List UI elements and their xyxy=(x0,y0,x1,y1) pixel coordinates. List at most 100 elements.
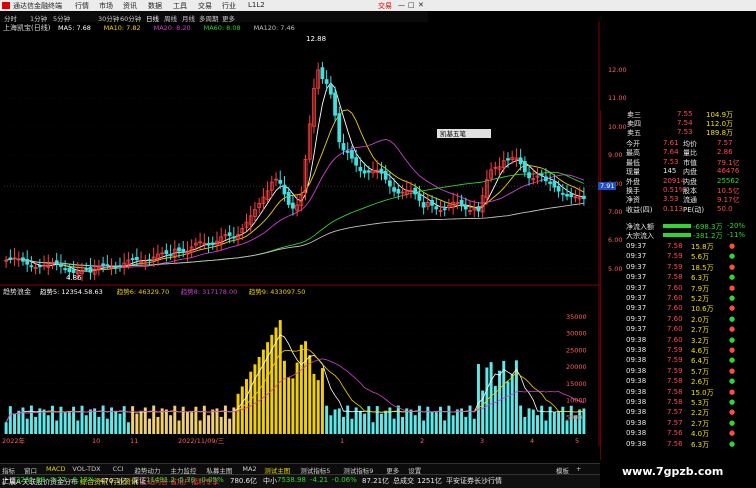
volume-bar xyxy=(4,422,8,434)
candle-body xyxy=(25,259,30,265)
volume-bar xyxy=(443,420,447,434)
candle-body xyxy=(560,192,565,195)
ma-legend-2: MA20: 8.20 xyxy=(154,24,191,32)
trade-button[interactable]: 交易 xyxy=(378,1,392,11)
candle-body xyxy=(582,195,586,199)
indicator-tab[interactable]: MA2 xyxy=(242,465,256,473)
volume-bar xyxy=(476,363,480,434)
ma-legend-4: MA120: 7.46 xyxy=(254,24,295,32)
volume-bar xyxy=(375,406,379,434)
candle-body xyxy=(333,92,337,116)
indicator-chart[interactable]: 趋势浪金 趋势5: 12354.58.63 趋势6: 46329.70 趋势8: 3… xyxy=(0,286,600,446)
candle-body xyxy=(177,247,181,252)
indicator-tab[interactable]: MACD xyxy=(46,465,65,473)
candle-body xyxy=(71,269,76,273)
volume-bar xyxy=(464,416,468,434)
volume-axis-tick: 30000 xyxy=(566,330,587,338)
volume-bar xyxy=(392,418,396,434)
add-tab-icon[interactable]: + xyxy=(576,465,581,473)
volume-bar xyxy=(342,416,345,434)
volume-bar xyxy=(118,413,122,434)
candle-body xyxy=(37,265,42,268)
volume-bar xyxy=(8,406,12,434)
volume-bar xyxy=(320,368,324,434)
volume-bar xyxy=(561,406,565,434)
volume-bar xyxy=(84,415,88,434)
menu-item-trade[interactable]: 交易 xyxy=(198,1,212,11)
volume-bar xyxy=(139,410,143,434)
volume-bar xyxy=(498,370,502,434)
indicator-tab[interactable]: VOL-TDX xyxy=(72,465,100,473)
volume-bar xyxy=(148,418,151,434)
minimize-icon[interactable]: — xyxy=(398,1,405,9)
candle-body xyxy=(417,193,422,201)
popup-label[interactable]: 凯基五笔 xyxy=(437,129,491,138)
menu-item-quote[interactable]: 行情 xyxy=(75,1,89,11)
candle-body xyxy=(345,150,350,153)
candle-body xyxy=(556,186,561,192)
candle-body xyxy=(362,170,367,174)
volume-bar xyxy=(489,362,493,434)
menu-item-l1l2[interactable]: L1L2 xyxy=(248,1,265,9)
volume-axis-tick: 5000 xyxy=(566,413,583,421)
volume-bar xyxy=(59,406,63,434)
candle-body xyxy=(164,250,169,255)
menu-bar: 通达信金融终端 行情 市场 资讯 数据 工具 交易 行业 L1L2 交易 — □… xyxy=(0,0,756,11)
volume-bar xyxy=(76,420,80,434)
volume-bar xyxy=(152,405,156,434)
volume-bar xyxy=(88,409,92,434)
volume-bar xyxy=(67,412,71,434)
volume-bar xyxy=(565,420,569,434)
volume-bar xyxy=(245,379,248,434)
candle-body xyxy=(341,143,346,151)
menu-item-industry[interactable]: 行业 xyxy=(222,1,236,11)
volume-bar xyxy=(371,422,375,434)
candle-body xyxy=(463,204,468,210)
volume-bar xyxy=(523,416,527,434)
volume-bar xyxy=(223,405,227,434)
volume-bar xyxy=(80,405,84,434)
maximize-icon[interactable]: □ xyxy=(408,1,415,9)
kline-chart[interactable]: 上海凯宝(日线) MA5: 7.68 MA10: 7.82 MA20: 8.20 MA… xyxy=(0,22,600,286)
watermark: www.7gpzb.com xyxy=(622,465,724,478)
tick-row: 09:38 7.56 6.3万 ● xyxy=(626,439,736,449)
volume-bar xyxy=(510,374,514,434)
volume-bar xyxy=(13,413,17,434)
candle-body xyxy=(118,265,122,268)
volume-bar xyxy=(126,422,130,434)
volume-bar xyxy=(379,413,383,434)
menu-item-market[interactable]: 市场 xyxy=(99,1,113,11)
volume-bar xyxy=(536,415,539,434)
volume-bar xyxy=(304,341,308,434)
volume-bar xyxy=(135,413,139,434)
volume-bar xyxy=(540,405,544,434)
menu-item-data[interactable]: 数据 xyxy=(148,1,162,11)
candle-body xyxy=(324,79,329,84)
volume-bar xyxy=(105,418,109,434)
volume-bar xyxy=(439,406,442,434)
volume-bar xyxy=(409,409,413,434)
candle-body xyxy=(476,206,481,212)
volume-bar xyxy=(236,393,240,434)
tick-row: 09:38 7.60 3.2万 ● xyxy=(626,335,736,345)
volume-bar xyxy=(194,406,198,434)
tick-row: 09:37 7.60 10.6万 ● xyxy=(626,304,736,314)
close-icon[interactable]: ✕ xyxy=(418,1,424,9)
candle-body xyxy=(337,113,342,143)
menu-item-news[interactable]: 资讯 xyxy=(123,1,137,11)
volume-bar xyxy=(329,415,333,434)
candle-body xyxy=(522,161,527,173)
volume-bar xyxy=(308,355,312,434)
candle-body xyxy=(29,265,34,268)
indicator-tab[interactable]: CCI xyxy=(113,465,124,473)
candle-body xyxy=(181,248,186,253)
volume-axis-tick: 15000 xyxy=(566,380,587,388)
candle-body xyxy=(388,180,392,187)
volume-bar xyxy=(228,418,232,434)
volume-bar xyxy=(257,356,261,434)
volume-bar xyxy=(181,406,185,434)
volume-bar xyxy=(240,386,244,434)
menu-item-tools[interactable]: 工具 xyxy=(173,1,187,11)
stock-title: 上海凯宝(日线) xyxy=(3,23,51,32)
tick-row: 09:37 7.60 7.9万 ● xyxy=(626,283,736,293)
